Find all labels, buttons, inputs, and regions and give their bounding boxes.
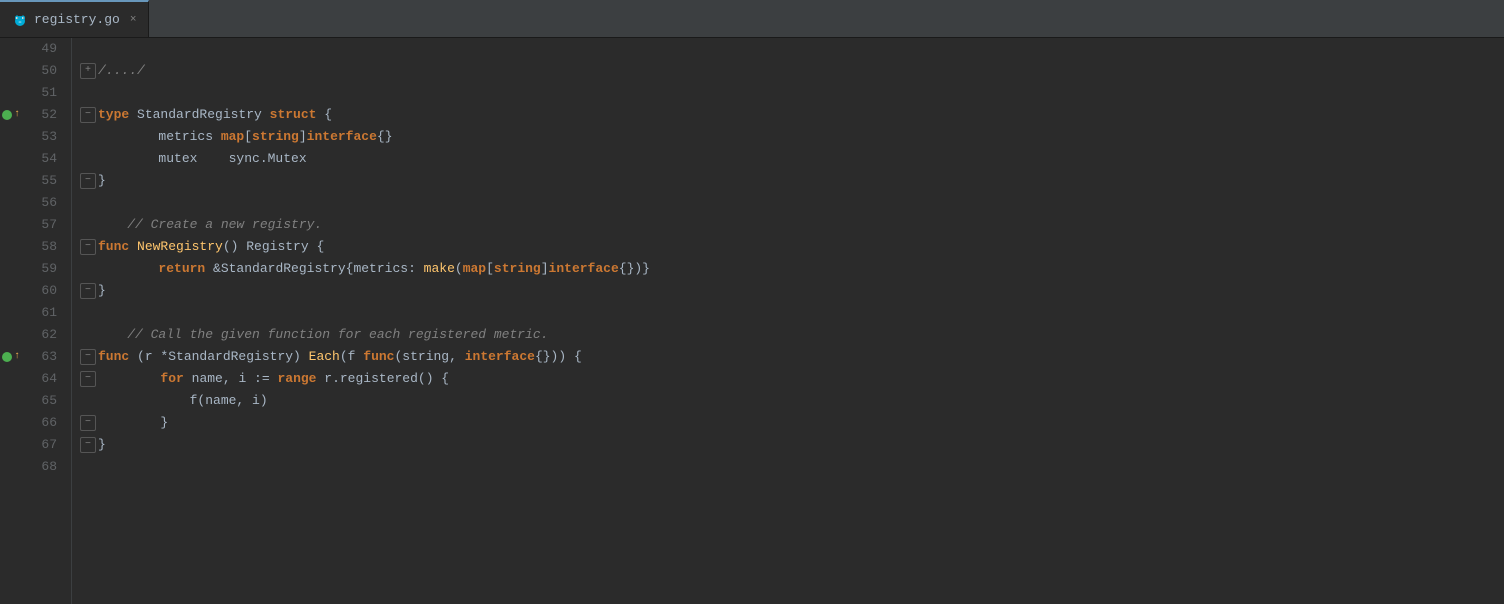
fold-marker-58[interactable]: − xyxy=(80,239,96,255)
code-line-65: f(name, i) xyxy=(80,390,1504,412)
gutter-49: 49 xyxy=(0,38,63,60)
code-line-66: − } xyxy=(80,412,1504,434)
up-arrow-63: ↑ xyxy=(14,346,20,368)
breakpoint-dot-63 xyxy=(2,352,12,362)
code-line-51 xyxy=(80,82,1504,104)
line-number-gutter: 49 50 51 ↑ 52 53 54 55 56 57 xyxy=(0,38,72,604)
tab-bar: registry.go × xyxy=(0,0,1504,38)
code-line-61 xyxy=(80,302,1504,324)
gutter-67: 67 xyxy=(0,434,63,456)
fold-marker-66[interactable]: − xyxy=(80,415,96,431)
gutter-52: ↑ 52 xyxy=(0,104,63,126)
code-line-49 xyxy=(80,38,1504,60)
fold-marker-67[interactable]: − xyxy=(80,437,96,453)
tab-close-button[interactable]: × xyxy=(130,14,137,26)
code-line-67: − } xyxy=(80,434,1504,456)
gutter-66: 66 xyxy=(0,412,63,434)
code-line-64: − for name, i := range r.registered() { xyxy=(80,368,1504,390)
gutter-53: 53 xyxy=(0,126,63,148)
gutter-60: 60 xyxy=(0,280,63,302)
gutter-63: ↑ 63 xyxy=(0,346,63,368)
gutter-64: 64 xyxy=(0,368,63,390)
breakpoint-dot-52 xyxy=(2,110,12,120)
code-line-58: − func NewRegistry () Registry { xyxy=(80,236,1504,258)
code-line-59: return &StandardRegistry{metrics: make (… xyxy=(80,258,1504,280)
gutter-59: 59 xyxy=(0,258,63,280)
tab-registry-go[interactable]: registry.go × xyxy=(0,0,149,37)
fold-marker-60[interactable]: − xyxy=(80,283,96,299)
gutter-51: 51 xyxy=(0,82,63,104)
gutter-62: 62 xyxy=(0,324,63,346)
tab-label: registry.go xyxy=(34,12,120,27)
fold-marker-55[interactable]: − xyxy=(80,173,96,189)
editor-area: 49 50 51 ↑ 52 53 54 55 56 57 xyxy=(0,38,1504,604)
code-line-54: mutex sync.Mutex xyxy=(80,148,1504,170)
code-line-60: − } xyxy=(80,280,1504,302)
code-line-50: + /..../ xyxy=(80,60,1504,82)
gutter-61: 61 xyxy=(0,302,63,324)
gutter-65: 65 xyxy=(0,390,63,412)
gutter-55: 55 xyxy=(0,170,63,192)
fold-marker-52[interactable]: − xyxy=(80,107,96,123)
fold-marker-64[interactable]: − xyxy=(80,371,96,387)
gopher-icon xyxy=(12,12,28,28)
gutter-50: 50 xyxy=(0,60,63,82)
code-editor[interactable]: + /..../ − type StandardRegistry struct … xyxy=(72,38,1504,604)
gutter-56: 56 xyxy=(0,192,63,214)
gutter-68: 68 xyxy=(0,456,63,478)
code-line-55: − } xyxy=(80,170,1504,192)
gutter-54: 54 xyxy=(0,148,63,170)
code-line-52: − type StandardRegistry struct { xyxy=(80,104,1504,126)
code-line-53: metrics map [ string ] interface {} xyxy=(80,126,1504,148)
code-line-56 xyxy=(80,192,1504,214)
gutter-58: 58 xyxy=(0,236,63,258)
code-line-57: // Create a new registry. xyxy=(80,214,1504,236)
code-line-68 xyxy=(80,456,1504,478)
gutter-57: 57 xyxy=(0,214,63,236)
fold-marker-63[interactable]: − xyxy=(80,349,96,365)
up-arrow-52: ↑ xyxy=(14,104,20,126)
code-line-63: − func (r *StandardRegistry) Each (f fun… xyxy=(80,346,1504,368)
fold-marker-50[interactable]: + xyxy=(80,63,96,79)
code-line-62: // Call the given function for each regi… xyxy=(80,324,1504,346)
